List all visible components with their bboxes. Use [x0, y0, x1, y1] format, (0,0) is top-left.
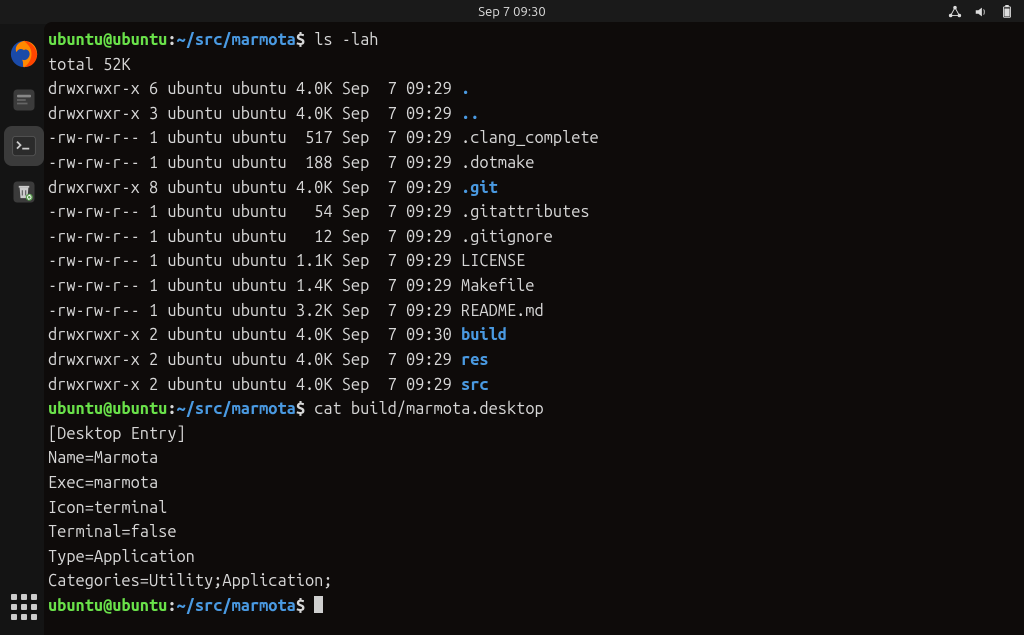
network-icon[interactable] [948, 5, 962, 19]
show-apps-icon [6, 589, 42, 625]
terminal-icon [10, 132, 38, 160]
top-bar: Sep 7 09:30 [0, 0, 1024, 24]
dock-item-firefox[interactable] [4, 34, 44, 74]
firefox-icon [9, 39, 39, 69]
clock[interactable]: Sep 7 09:30 [478, 5, 545, 19]
trash-icon [10, 178, 38, 206]
dock-item-trash[interactable] [4, 172, 44, 212]
dock-item-files[interactable] [4, 80, 44, 120]
dock [0, 24, 48, 635]
system-tray[interactable] [948, 5, 1014, 19]
files-icon [10, 86, 38, 114]
volume-icon[interactable] [974, 5, 988, 19]
terminal-window[interactable]: ubuntu@ubuntu:~/src/marmota$ ls -lah tot… [44, 22, 1024, 635]
dock-item-terminal[interactable] [4, 126, 44, 166]
cursor [314, 596, 323, 613]
terminal-content[interactable]: ubuntu@ubuntu:~/src/marmota$ ls -lah tot… [48, 28, 1020, 619]
dock-item-show-apps[interactable] [6, 589, 42, 625]
battery-icon[interactable] [1000, 5, 1014, 19]
